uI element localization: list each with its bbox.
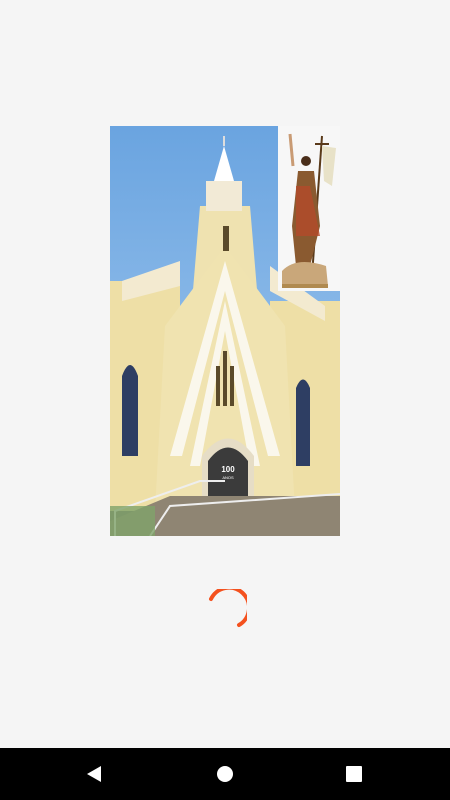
back-triangle-icon[interactable]	[64, 748, 124, 800]
splash-image: 100 ANOS	[110, 126, 340, 536]
navigation-bar	[0, 748, 450, 800]
church-illustration: 100 ANOS	[110, 126, 340, 536]
anniversary-banner-number: 100	[221, 465, 235, 474]
home-circle-icon[interactable]	[195, 748, 255, 800]
recents-square-icon[interactable]	[324, 748, 384, 800]
saint-statue-icon	[278, 126, 340, 291]
loading-spinner-icon	[203, 585, 252, 633]
anniversary-banner-label: ANOS	[222, 475, 234, 480]
